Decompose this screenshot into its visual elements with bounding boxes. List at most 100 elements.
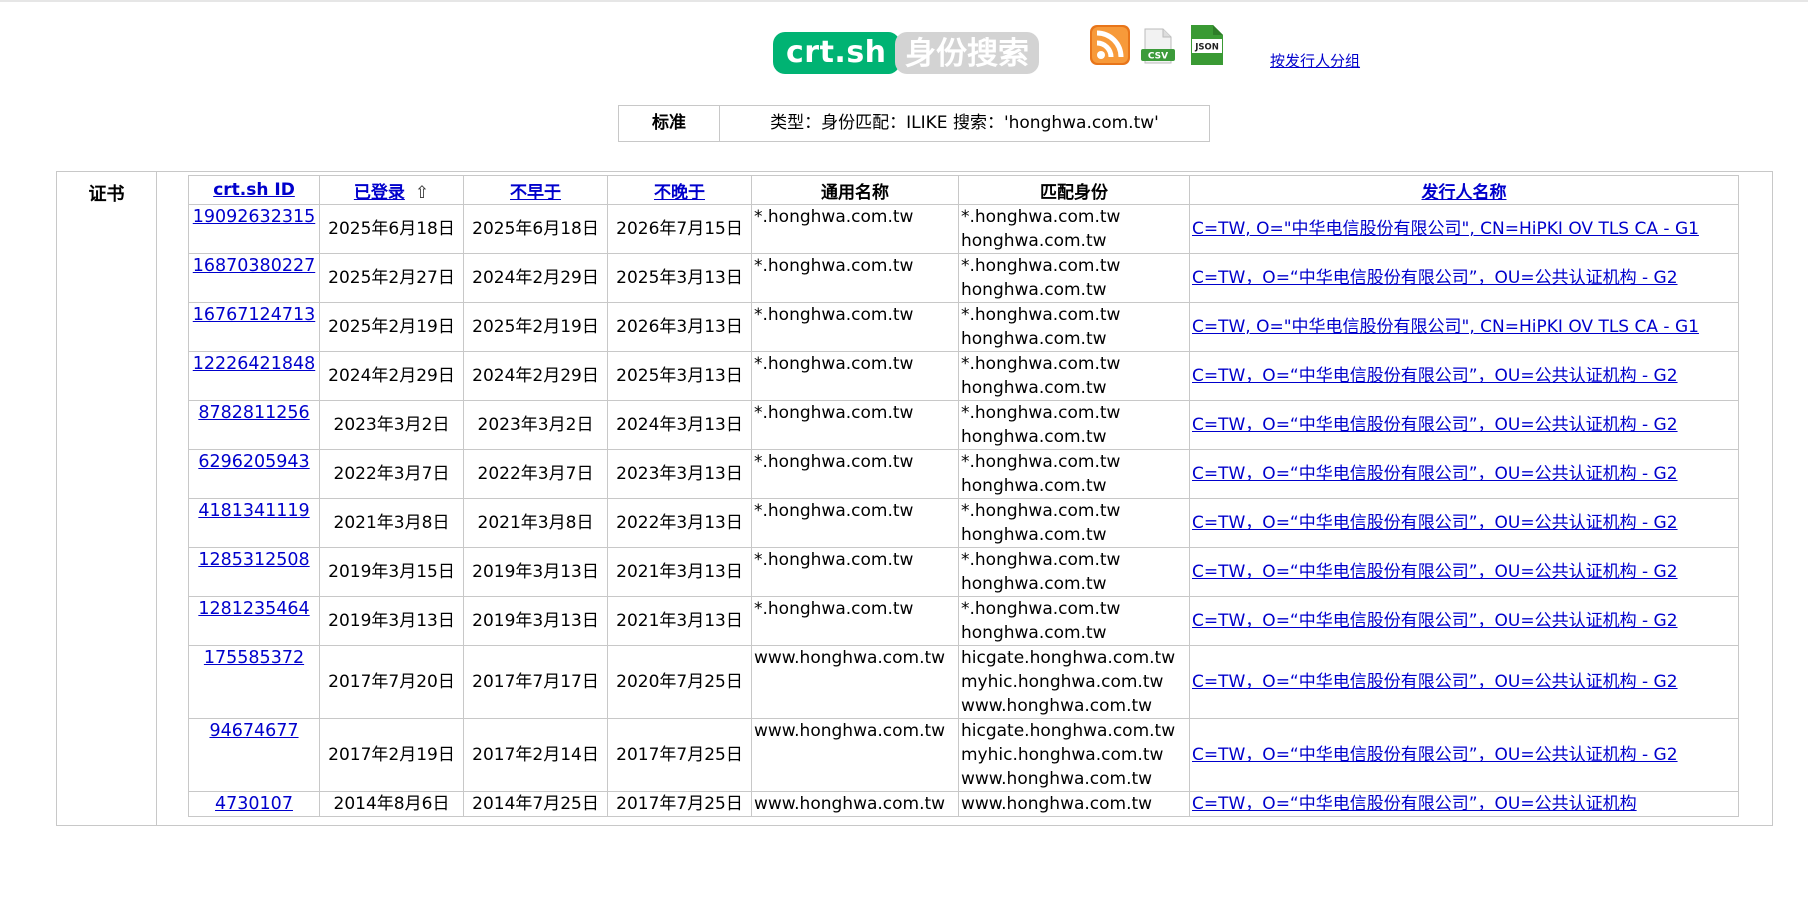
cell-not-after: 2026年7月15日 [607,204,752,254]
matching-identity: *.honghwa.com.tw [961,403,1121,423]
cell-crtsh-id[interactable]: 94674677 [188,718,320,792]
cell-crtsh-id[interactable]: 16870380227 [188,253,320,303]
certificate-id-link[interactable]: 1285312508 [198,550,309,570]
cell-issuer-name[interactable]: C=TW，O=“中华电信股份有限公司”，OU=公共认证机构 - G2 [1189,718,1739,792]
cell-crtsh-id[interactable]: 6296205943 [188,449,320,499]
cell-matching-identities: *.honghwa.com.tw honghwa.com.tw [958,400,1190,450]
cell-not-before: 2025年2月19日 [463,302,608,352]
cell-logged-at: 2019年3月13日 [319,596,464,646]
col-header-logged[interactable]: 已登录 ⇧ [319,175,464,205]
matching-identity: honghwa.com.tw [961,378,1107,398]
col-header-not-before[interactable]: 不早于 [463,175,608,205]
cell-not-before: 2014年7月25日 [463,791,608,817]
cell-common-name: *.honghwa.com.tw [751,253,959,303]
cell-common-name: www.honghwa.com.tw [751,645,959,719]
col-header-not-after[interactable]: 不晚于 [607,175,752,205]
issuer-link[interactable]: C=TW，O=“中华电信股份有限公司”，OU=公共认证机构 - G2 [1192,366,1678,386]
col-header-common-name: 通用名称 [751,175,959,205]
certificates-section-label: 证书 [57,172,157,825]
matching-identity: *.honghwa.com.tw [961,501,1121,521]
cell-issuer-name[interactable]: C=TW，O=“中华电信股份有限公司”，OU=公共认证机构 - G2 [1189,498,1739,548]
certificate-id-link[interactable]: 4730107 [215,794,293,814]
certificate-id-link[interactable]: 6296205943 [198,452,309,472]
cell-crtsh-id[interactable]: 8782811256 [188,400,320,450]
cell-issuer-name[interactable]: C=TW，O=“中华电信股份有限公司”，OU=公共认证机构 - G2 [1189,400,1739,450]
criteria-label: 标准 [619,106,720,141]
issuer-link[interactable]: C=TW，O=“中华电信股份有限公司”，OU=公共认证机构 [1192,794,1637,814]
matching-identity: myhic.honghwa.com.tw [961,745,1164,765]
issuer-link[interactable]: C=TW，O=“中华电信股份有限公司”，OU=公共认证机构 - G2 [1192,415,1678,435]
matching-identity: honghwa.com.tw [961,231,1107,251]
cell-not-before: 2021年3月8日 [463,498,608,548]
rss-icon [1090,25,1130,65]
cell-not-after: 2020年7月25日 [607,645,752,719]
table-row: 19092632315 2025年6月18日 2025年6月18日 2026年7月15… [188,204,1739,254]
certificate-id-link[interactable]: 16870380227 [193,256,315,276]
cell-crtsh-id[interactable]: 16767124713 [188,302,320,352]
matching-identity: honghwa.com.tw [961,427,1107,447]
issuer-link[interactable]: C=TW，O=“中华电信股份有限公司”，OU=公共认证机构 - G2 [1192,562,1678,582]
certificate-id-link[interactable]: 94674677 [209,721,298,741]
issuer-link[interactable]: C=TW，O=“中华电信股份有限公司”，OU=公共认证机构 - G2 [1192,745,1678,765]
certificate-id-link[interactable]: 1281235464 [198,599,309,619]
table-row: 16870380227 2025年2月27日 2024年2月29日 2025年3月13… [188,253,1739,303]
certificate-id-link[interactable]: 16767124713 [193,305,315,325]
issuer-link[interactable]: C=TW, O="中华电信股份有限公司", CN=HiPKI OV TLS CA… [1192,317,1699,337]
cell-not-after: 2021年3月13日 [607,596,752,646]
certificate-id-link[interactable]: 4181341119 [198,501,309,521]
issuer-link[interactable]: C=TW，O=“中华电信股份有限公司”，OU=公共认证机构 - G2 [1192,672,1678,692]
certificate-id-link[interactable]: 175585372 [204,648,304,668]
cell-logged-at: 2017年7月20日 [319,645,464,719]
cell-issuer-name[interactable]: C=TW，O=“中华电信股份有限公司”，OU=公共认证机构 - G2 [1189,645,1739,719]
cell-issuer-name[interactable]: C=TW，O=“中华电信股份有限公司”，OU=公共认证机构 - G2 [1189,547,1739,597]
cell-issuer-name[interactable]: C=TW, O="中华电信股份有限公司", CN=HiPKI OV TLS CA… [1189,204,1739,254]
cell-crtsh-id[interactable]: 1285312508 [188,547,320,597]
cell-not-before: 2019年3月13日 [463,596,608,646]
cell-issuer-name[interactable]: C=TW，O=“中华电信股份有限公司”，OU=公共认证机构 - G2 [1189,351,1739,401]
cell-not-before: 2024年2月29日 [463,253,608,303]
matching-identity: www.honghwa.com.tw [961,769,1153,789]
crtsh-logo-link[interactable]: crt.sh [773,32,900,74]
cell-crtsh-id[interactable]: 4181341119 [188,498,320,548]
matching-identity: www.honghwa.com.tw [961,794,1153,814]
cell-issuer-name[interactable]: C=TW，O=“中华电信股份有限公司”，OU=公共认证机构 - G2 [1189,596,1739,646]
certificate-id-link[interactable]: 19092632315 [193,207,315,227]
cell-not-after: 2023年3月13日 [607,449,752,499]
cell-not-before: 2023年3月2日 [463,400,608,450]
group-by-issuer-link[interactable]: 按发行人分组 [1270,50,1360,71]
cell-logged-at: 2021年3月8日 [319,498,464,548]
cell-crtsh-id[interactable]: 4730107 [188,791,320,817]
cell-common-name: www.honghwa.com.tw [751,791,959,817]
json-download-button[interactable]: JSON [1187,23,1229,67]
table-row: 94674677 2017年2月19日 2017年2月14日 2017年7月25日 ww… [188,718,1739,792]
cell-issuer-name[interactable]: C=TW，O=“中华电信股份有限公司”，OU=公共认证机构 - G2 [1189,449,1739,499]
matching-identity: www.honghwa.com.tw [961,696,1153,716]
cell-issuer-name[interactable]: C=TW, O="中华电信股份有限公司", CN=HiPKI OV TLS CA… [1189,302,1739,352]
matching-identity: *.honghwa.com.tw [961,305,1121,325]
csv-download-button[interactable]: CSV [1139,23,1181,67]
certificate-id-link[interactable]: 12226421848 [193,354,315,374]
cell-not-before: 2017年2月14日 [463,718,608,792]
issuer-link[interactable]: C=TW，O=“中华电信股份有限公司”，OU=公共认证机构 - G2 [1192,464,1678,484]
cell-crtsh-id[interactable]: 1281235464 [188,596,320,646]
certificate-id-link[interactable]: 8782811256 [198,403,309,423]
issuer-link[interactable]: C=TW，O=“中华电信股份有限公司”，OU=公共认证机构 - G2 [1192,611,1678,631]
cell-crtsh-id[interactable]: 175585372 [188,645,320,719]
issuer-link[interactable]: C=TW，O=“中华电信股份有限公司”，OU=公共认证机构 - G2 [1192,513,1678,533]
cell-issuer-name[interactable]: C=TW，O=“中华电信股份有限公司”，OU=公共认证机构 [1189,791,1739,817]
col-header-id[interactable]: crt.sh ID [188,175,320,205]
cell-not-after: 2024年3月13日 [607,400,752,450]
csv-badge-text: CSV [1148,52,1168,62]
col-header-issuer-name[interactable]: 发行人名称 [1189,175,1739,205]
matching-identity: honghwa.com.tw [961,329,1107,349]
cell-issuer-name[interactable]: C=TW，O=“中华电信股份有限公司”，OU=公共认证机构 - G2 [1189,253,1739,303]
issuer-link[interactable]: C=TW, O="中华电信股份有限公司", CN=HiPKI OV TLS CA… [1192,219,1699,239]
table-row: 4181341119 2021年3月8日 2021年3月8日 2022年3月13日 *.… [188,498,1739,548]
issuer-link[interactable]: C=TW，O=“中华电信股份有限公司”，OU=公共认证机构 - G2 [1192,268,1678,288]
cell-crtsh-id[interactable]: 19092632315 [188,204,320,254]
search-criteria-box: 标准 类型：身份匹配：ILIKE 搜索：'honghwa.com.tw' [618,105,1210,142]
rss-feed-button[interactable] [1089,23,1131,67]
criteria-value: 类型：身份匹配：ILIKE 搜索：'honghwa.com.tw' [770,113,1159,133]
table-row: 6296205943 2022年3月7日 2022年3月7日 2023年3月13日 *.… [188,449,1739,499]
cell-crtsh-id[interactable]: 12226421848 [188,351,320,401]
